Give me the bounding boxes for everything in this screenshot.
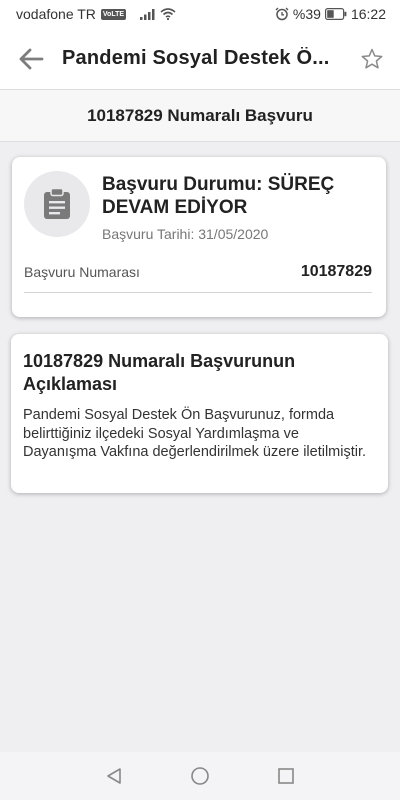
status-system-group: %39 16:22: [275, 6, 386, 22]
status-bar: vodafone TR VoLTE %39 16:22: [0, 0, 400, 28]
description-title: 10187829 Numaralı Başvurunun Açıklaması: [23, 351, 296, 394]
application-number-row: Başvuru Numarası 10187829: [24, 263, 372, 293]
nav-home-circle-icon: [191, 767, 209, 785]
status-card: Başvuru Durumu: SÜREÇ DEVAM EDİYOR Başvu…: [12, 157, 386, 317]
nav-home-button[interactable]: [189, 765, 211, 787]
description-card: 10187829 Numaralı Başvurunun Açıklaması …: [11, 334, 388, 493]
application-number-value: 10187829: [300, 263, 372, 280]
back-button[interactable]: [0, 28, 62, 90]
alarm-icon: [275, 7, 289, 21]
application-status: Başvuru Durumu: SÜREÇ DEVAM EDİYOR: [102, 174, 335, 218]
volte-badge: VoLTE: [100, 8, 127, 20]
wifi-icon: [160, 8, 176, 20]
clipboard-icon-container: [24, 171, 90, 237]
arrow-left-icon: [19, 48, 44, 69]
status-carrier-group: vodafone TR VoLTE: [16, 6, 176, 22]
application-date: Başvuru Tarihi: 31/05/2020: [102, 226, 269, 242]
battery-percent: %39: [292, 6, 321, 22]
favorite-button[interactable]: [344, 28, 400, 90]
application-header: 10187829 Numaralı Başvuru: [0, 90, 400, 142]
status-text-group: Başvuru Durumu: SÜREÇ DEVAM EDİYOR Başvu…: [102, 171, 374, 242]
battery-icon: [324, 8, 347, 20]
app-bar: Pandemi Sosyal Destek Ö...: [0, 28, 400, 90]
carrier-name: vodafone TR: [16, 6, 96, 22]
nav-recents-square-icon: [278, 768, 294, 784]
navigation-bar: [0, 752, 400, 800]
status-row: Başvuru Durumu: SÜREÇ DEVAM EDİYOR Başvu…: [24, 171, 374, 242]
description-body: Pandemi Sosyal Destek Ön Başvurunuz, for…: [23, 407, 367, 460]
application-number-label: Başvuru Numarası: [24, 264, 140, 280]
nav-back-triangle-icon: [107, 768, 121, 784]
page-title: Pandemi Sosyal Destek Ö...: [62, 47, 330, 69]
signal-icon: [140, 9, 155, 20]
nav-recents-button[interactable]: [275, 765, 297, 787]
clipboard-icon: [44, 188, 70, 219]
clock: 16:22: [350, 6, 386, 22]
star-outline-icon: [361, 48, 383, 69]
nav-back-button[interactable]: [103, 765, 125, 787]
